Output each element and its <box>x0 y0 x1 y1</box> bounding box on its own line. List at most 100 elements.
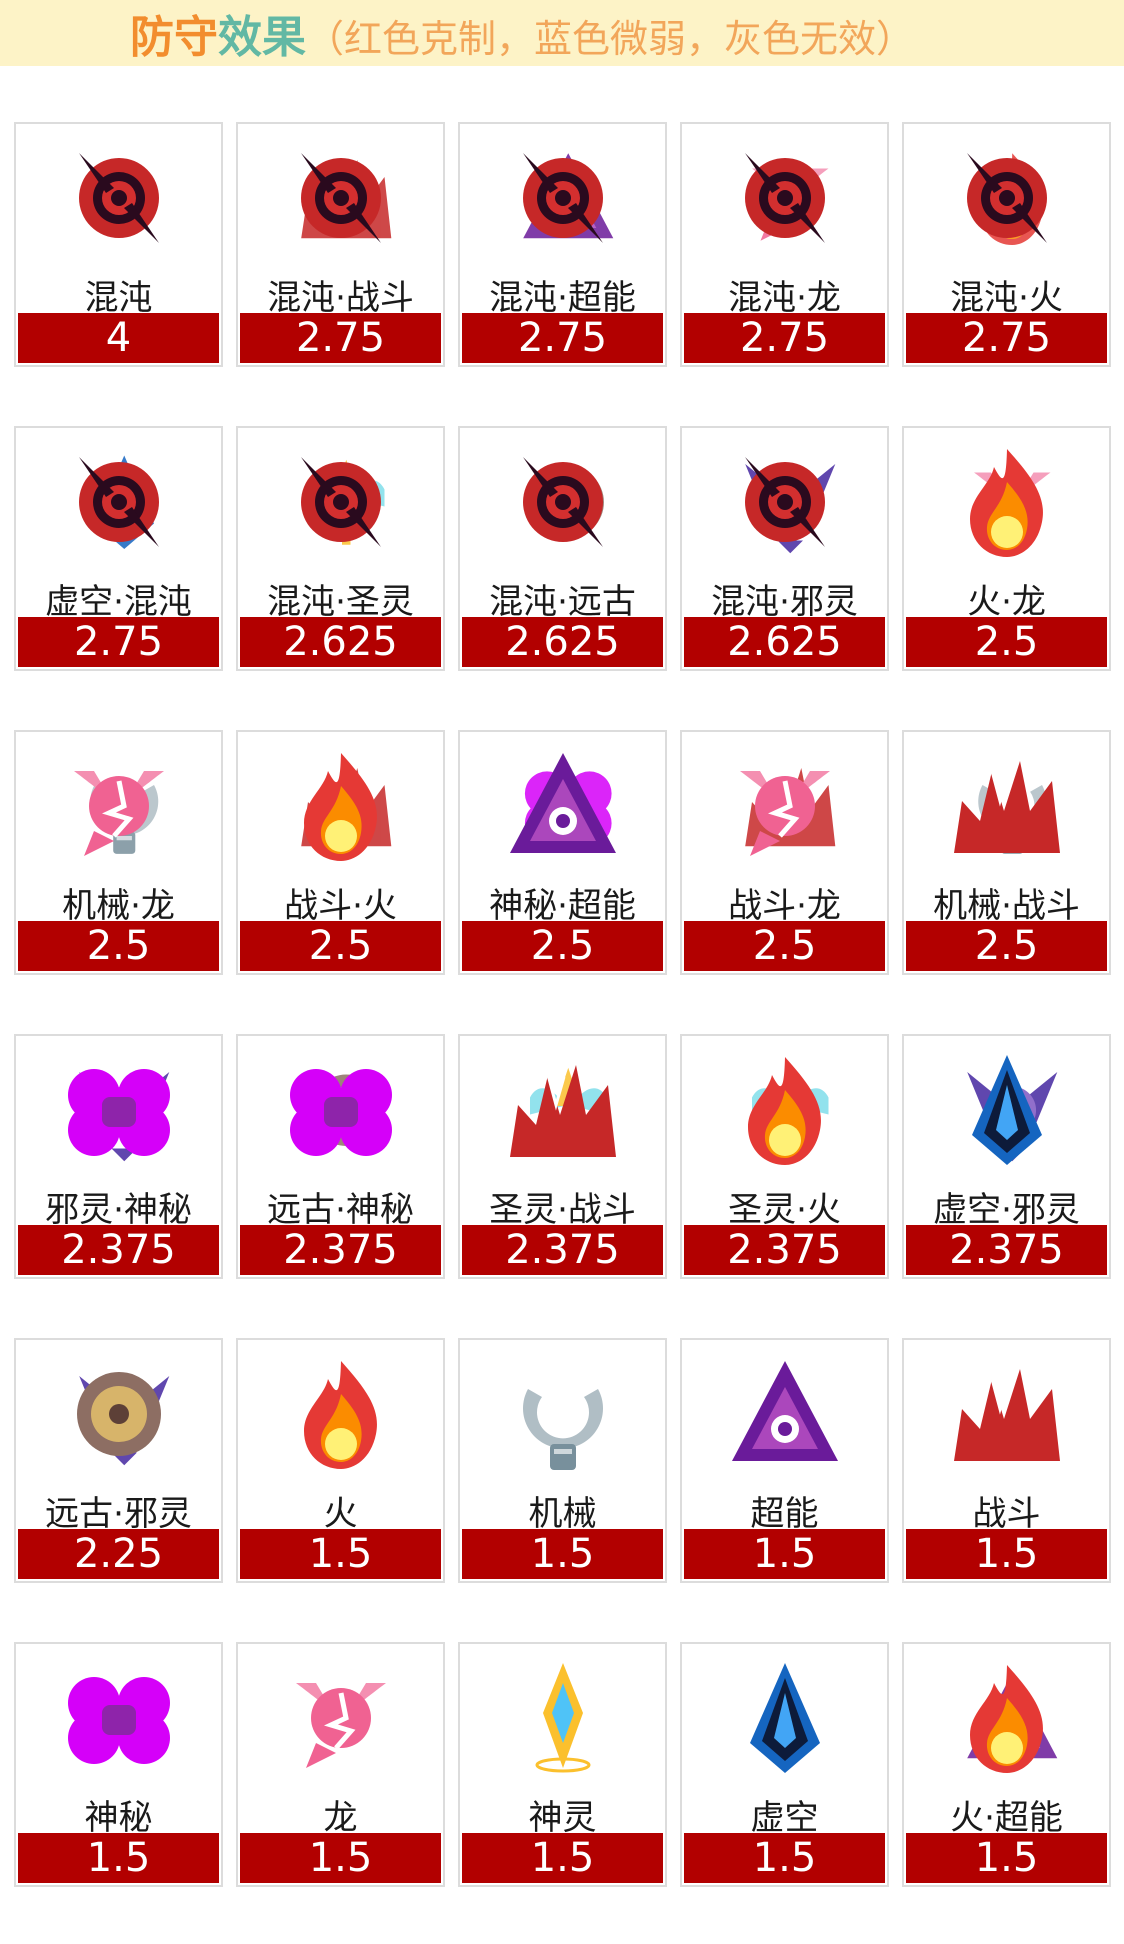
multiplier-value: 1.5 <box>240 1529 441 1579</box>
chaos-evil-icon <box>715 434 855 569</box>
type-card: 混沌·圣灵 2.625 <box>236 426 445 671</box>
type-card: 火·龙 2.5 <box>902 426 1111 671</box>
type-label: 火 <box>323 1494 358 1534</box>
type-label: 圣灵·战斗 <box>489 1190 636 1230</box>
fighting-icon <box>937 1346 1077 1481</box>
mech-icon <box>493 1346 633 1481</box>
chaos-fighting-icon <box>271 130 411 265</box>
type-label: 战斗·龙 <box>728 886 841 926</box>
multiplier-value: 2.5 <box>684 921 885 971</box>
type-card: 战斗 1.5 <box>902 1338 1111 1583</box>
type-label: 机械 <box>528 1494 597 1534</box>
type-card: 虚空·邪灵 2.375 <box>902 1034 1111 1279</box>
multiplier-value: 2.5 <box>906 617 1107 667</box>
type-card: 机械·战斗 2.5 <box>902 730 1111 975</box>
type-card: 混沌·战斗 2.75 <box>236 122 445 367</box>
type-label: 混沌 <box>84 278 153 318</box>
holy-fire-icon <box>715 1042 855 1177</box>
type-label: 邪灵·神秘 <box>45 1190 192 1230</box>
chaos-holy-icon <box>271 434 411 569</box>
holy-fighting-icon <box>493 1042 633 1177</box>
type-card: 龙 1.5 <box>236 1642 445 1887</box>
void-chaos-icon <box>49 434 189 569</box>
type-card: 虚空 1.5 <box>680 1642 889 1887</box>
type-label: 神秘·超能 <box>489 886 636 926</box>
ancient-mystic-icon <box>271 1042 411 1177</box>
type-card: 神秘·超能 2.5 <box>458 730 667 975</box>
multiplier-value: 1.5 <box>462 1529 663 1579</box>
type-card: 火 1.5 <box>236 1338 445 1583</box>
mech-dragon-icon <box>49 738 189 873</box>
title-part1: 防守 <box>130 12 218 63</box>
multiplier-value: 1.5 <box>462 1833 663 1883</box>
multiplier-value: 2.75 <box>240 313 441 363</box>
psychic-icon <box>715 1346 855 1481</box>
type-card: 超能 1.5 <box>680 1338 889 1583</box>
type-label: 混沌·龙 <box>728 278 841 318</box>
multiplier-value: 2.625 <box>462 617 663 667</box>
type-card: 火·超能 1.5 <box>902 1642 1111 1887</box>
multiplier-value: 2.75 <box>684 313 885 363</box>
type-card: 虚空·混沌 2.75 <box>14 426 223 671</box>
multiplier-value: 1.5 <box>684 1833 885 1883</box>
multiplier-value: 2.75 <box>462 313 663 363</box>
multiplier-value: 2.375 <box>684 1225 885 1275</box>
type-card: 混沌·远古 2.625 <box>458 426 667 671</box>
chaos-icon <box>49 130 189 265</box>
fire-dragon-icon <box>937 434 1077 569</box>
type-card: 神灵 1.5 <box>458 1642 667 1887</box>
ancient-evil-icon <box>49 1346 189 1481</box>
fighting-fire-icon <box>271 738 411 873</box>
header-title: 防守效果（红色克制，蓝色微弱，灰色无效） <box>130 1 914 65</box>
void-icon <box>715 1650 855 1785</box>
divine-icon <box>493 1650 633 1785</box>
type-grid: 混沌 4 混沌·战斗 2.75 混沌·超能 2.75 混沌·龙 2.75 混沌·… <box>14 122 1114 1887</box>
multiplier-value: 2.375 <box>462 1225 663 1275</box>
type-label: 混沌·邪灵 <box>711 582 858 622</box>
type-label: 神灵 <box>528 1798 597 1838</box>
type-label: 远古·神秘 <box>267 1190 414 1230</box>
type-label: 火·超能 <box>950 1798 1063 1838</box>
multiplier-value: 4 <box>18 313 219 363</box>
type-label: 神秘 <box>84 1798 153 1838</box>
type-label: 混沌·火 <box>950 278 1063 318</box>
type-label: 混沌·远古 <box>489 582 636 622</box>
type-label: 战斗·火 <box>284 886 397 926</box>
chaos-psychic-icon <box>493 130 633 265</box>
type-card: 神秘 1.5 <box>14 1642 223 1887</box>
chaos-fire-icon <box>937 130 1077 265</box>
type-card: 机械 1.5 <box>458 1338 667 1583</box>
type-card: 圣灵·火 2.375 <box>680 1034 889 1279</box>
multiplier-value: 2.625 <box>684 617 885 667</box>
multiplier-value: 1.5 <box>906 1529 1107 1579</box>
multiplier-value: 2.5 <box>906 921 1107 971</box>
chaos-ancient-icon <box>493 434 633 569</box>
evil-mystic-icon <box>49 1042 189 1177</box>
chaos-dragon-icon <box>715 130 855 265</box>
type-label: 虚空 <box>750 1798 819 1838</box>
fire-icon <box>271 1346 411 1481</box>
type-label: 混沌·圣灵 <box>267 582 414 622</box>
type-label: 混沌·战斗 <box>267 278 414 318</box>
type-card: 远古·神秘 2.375 <box>236 1034 445 1279</box>
type-card: 机械·龙 2.5 <box>14 730 223 975</box>
dragon-icon <box>271 1650 411 1785</box>
type-label: 虚空·邪灵 <box>933 1190 1080 1230</box>
type-label: 火·龙 <box>967 582 1046 622</box>
type-label: 虚空·混沌 <box>45 582 192 622</box>
type-card: 邪灵·神秘 2.375 <box>14 1034 223 1279</box>
type-label: 战斗 <box>972 1494 1041 1534</box>
type-card: 远古·邪灵 2.25 <box>14 1338 223 1583</box>
multiplier-value: 1.5 <box>18 1833 219 1883</box>
multiplier-value: 2.5 <box>462 921 663 971</box>
multiplier-value: 1.5 <box>240 1833 441 1883</box>
title-part2: 效果 <box>218 12 306 63</box>
mystic-icon <box>49 1650 189 1785</box>
multiplier-value: 2.75 <box>906 313 1107 363</box>
type-card: 混沌 4 <box>14 122 223 367</box>
multiplier-value: 2.375 <box>18 1225 219 1275</box>
multiplier-value: 2.625 <box>240 617 441 667</box>
fighting-dragon-icon <box>715 738 855 873</box>
type-card: 战斗·龙 2.5 <box>680 730 889 975</box>
type-card: 混沌·火 2.75 <box>902 122 1111 367</box>
